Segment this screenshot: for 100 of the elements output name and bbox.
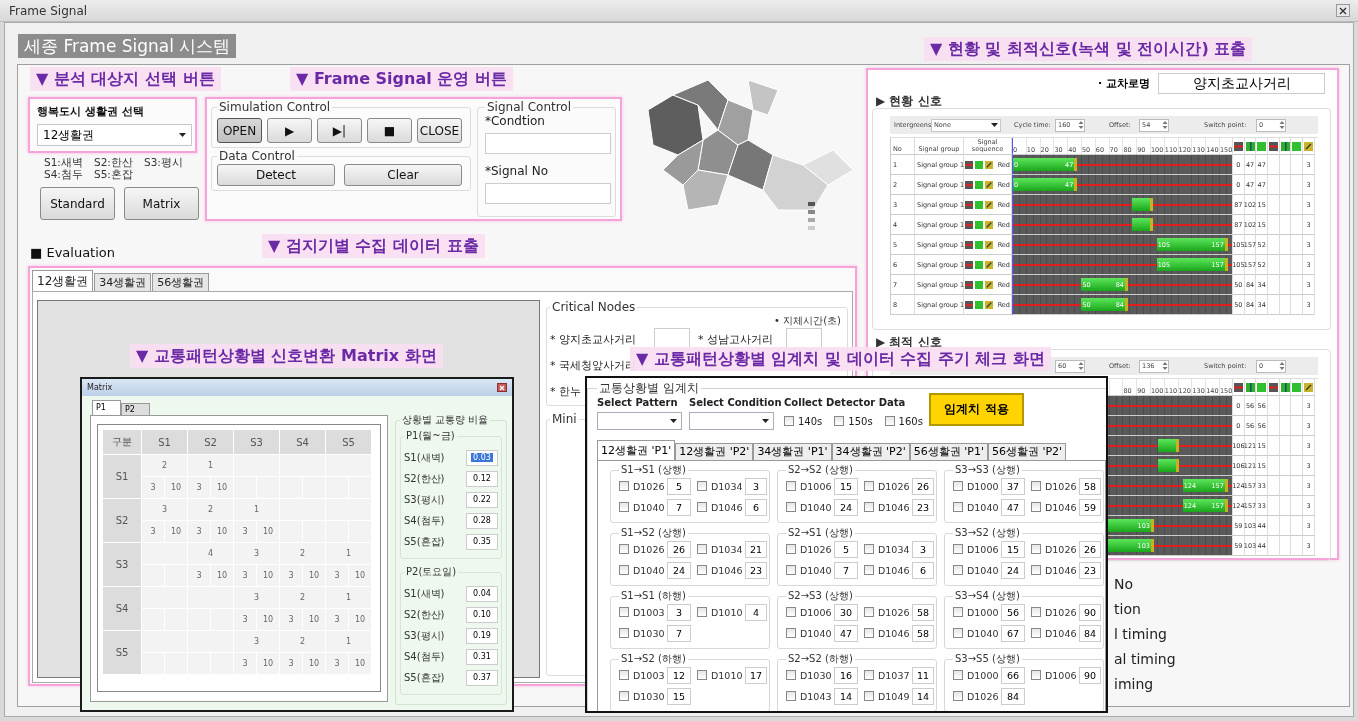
input-field[interactable]: 5 [667, 477, 691, 495]
tab[interactable]: 56생활권 'P2' [987, 443, 1067, 460]
tab[interactable]: P2 [120, 403, 150, 415]
window-title: Matrix [87, 383, 113, 392]
table-cell: 10 [349, 565, 371, 586]
input-field[interactable]: 84 [1001, 687, 1025, 705]
input-field[interactable]: 15 [667, 687, 691, 705]
input-field[interactable]: 0.28 [466, 512, 498, 529]
input-field[interactable]: 3 [912, 540, 934, 558]
group-title: 상황별 교통량 비율 [401, 413, 490, 427]
push-button[interactable]: Standard [40, 187, 115, 220]
input-field[interactable]: 59 [1079, 498, 1101, 516]
input-field[interactable]: 12 [667, 666, 691, 684]
input-field[interactable]: 4 [745, 603, 767, 621]
input-field[interactable]: 84 [1079, 624, 1101, 642]
sim-button[interactable]: OPEN [217, 118, 262, 143]
input-field[interactable]: 30 [834, 603, 858, 621]
legend-text: S1:새벽 [44, 156, 84, 168]
input-field[interactable]: 0.12 [466, 470, 498, 487]
input-field[interactable]: 37 [1001, 477, 1025, 495]
callout-label: ▼ Frame Signal 운영 버튼 [290, 67, 513, 91]
sim-button[interactable]: ▶| [317, 118, 362, 143]
app-header: 세종 Frame Signal 시스템 [18, 34, 237, 58]
input-field[interactable]: 58 [912, 603, 934, 621]
tab[interactable]: 12생활권 [32, 270, 94, 291]
tab[interactable]: 34생활권 [94, 273, 152, 291]
push-button[interactable]: Clear [344, 164, 462, 186]
input-field[interactable]: 5 [834, 540, 858, 558]
field-label: Collect Detector Data [784, 397, 907, 408]
input-field[interactable]: 0.03 [466, 449, 498, 466]
window-title: Frame Signal [9, 3, 88, 18]
input-field[interactable]: 7 [667, 498, 691, 516]
input-field[interactable]: 7 [834, 561, 858, 579]
detector-label: D1043 [800, 690, 830, 702]
input-field[interactable]: 47 [834, 624, 858, 642]
input-field[interactable]: 3 [745, 477, 767, 495]
detector-label: D1034 [711, 480, 741, 492]
input-field[interactable]: 90 [1079, 666, 1101, 684]
input-field[interactable]: 15 [834, 477, 858, 495]
input-field[interactable]: 66 [1001, 666, 1025, 684]
dropdown[interactable]: 12생활권 [37, 124, 192, 146]
input-field[interactable]: 0.31 [466, 648, 498, 665]
input-field[interactable]: 26 [1079, 540, 1101, 558]
input-field[interactable]: 15 [1001, 540, 1025, 558]
input-field[interactable]: 6 [912, 561, 934, 579]
push-button[interactable]: Matrix [124, 187, 199, 220]
sim-button[interactable]: ▶ [267, 118, 312, 143]
section-title: ■ Evaluation [29, 244, 115, 262]
input-field[interactable]: 6 [745, 498, 767, 516]
tab[interactable]: 56생활권 'P1' [909, 443, 988, 460]
input-field[interactable]: 90 [1079, 603, 1101, 621]
section-title: ▶ 최적 신호 [875, 335, 943, 349]
input-field[interactable]: 0.35 [466, 533, 498, 550]
input-field[interactable]: 24 [667, 561, 691, 579]
tab[interactable]: 12생활권 'P1' [597, 440, 676, 460]
input-field[interactable]: 24 [1001, 561, 1025, 579]
sim-button[interactable]: CLOSE [417, 118, 462, 143]
input-field[interactable]: 26 [667, 540, 691, 558]
input-field[interactable]: 0.22 [466, 491, 498, 508]
input-field[interactable]: 23 [1079, 561, 1101, 579]
input-field[interactable]: 17 [745, 666, 767, 684]
legend-text: S5:혼잡 [94, 168, 134, 180]
input-field[interactable]: 21 [745, 540, 767, 558]
table-cell: 10 [257, 565, 279, 586]
input-field[interactable]: 26 [912, 477, 934, 495]
table-cell: 1 [188, 455, 233, 476]
input-field[interactable]: 0.37 [466, 669, 498, 686]
sim-button[interactable]: ■ [367, 118, 412, 143]
detector-label: D1026 [1045, 606, 1075, 618]
apply-button[interactable]: 임계치 적용 [929, 393, 1024, 426]
table-cell: 3 [142, 477, 164, 498]
input-field[interactable]: 0.10 [466, 606, 498, 623]
input-field[interactable]: 23 [912, 498, 934, 516]
input-field[interactable]: 양지초교사거리 [1158, 72, 1325, 94]
tab[interactable]: 12생활권 'P2' [675, 443, 754, 460]
input-field[interactable]: 14 [912, 687, 934, 705]
input-field[interactable]: 23 [745, 561, 767, 579]
input-field[interactable]: 7 [667, 624, 691, 642]
input-field[interactable]: 0.19 [466, 627, 498, 644]
input-field[interactable]: 58 [912, 624, 934, 642]
table-cell: 3 [326, 565, 348, 586]
column-header: S5 [326, 430, 371, 454]
tab[interactable]: 34생활권 'P2' [831, 443, 910, 460]
input-field[interactable]: 67 [1001, 624, 1025, 642]
push-button[interactable]: Detect [217, 164, 335, 186]
input-field[interactable]: 58 [1079, 477, 1101, 495]
input-field[interactable]: 16 [834, 666, 858, 684]
tab[interactable]: 34생활권 'P1' [753, 443, 832, 460]
input-field[interactable]: 3 [667, 603, 691, 621]
tab[interactable]: P1 [92, 400, 121, 415]
input-field[interactable]: 56 [1001, 603, 1025, 621]
tab[interactable]: 56생활권 [152, 273, 210, 291]
input-field[interactable]: 24 [834, 498, 858, 516]
detector-label: D1046 [878, 501, 908, 513]
input-field[interactable]: 11 [912, 666, 934, 684]
input-field[interactable]: 47 [1001, 498, 1025, 516]
input-field[interactable]: 14 [834, 687, 858, 705]
row-header: S3 [103, 543, 141, 586]
input-field[interactable]: 0.04 [466, 585, 498, 602]
table-cell: 3 [234, 543, 279, 564]
